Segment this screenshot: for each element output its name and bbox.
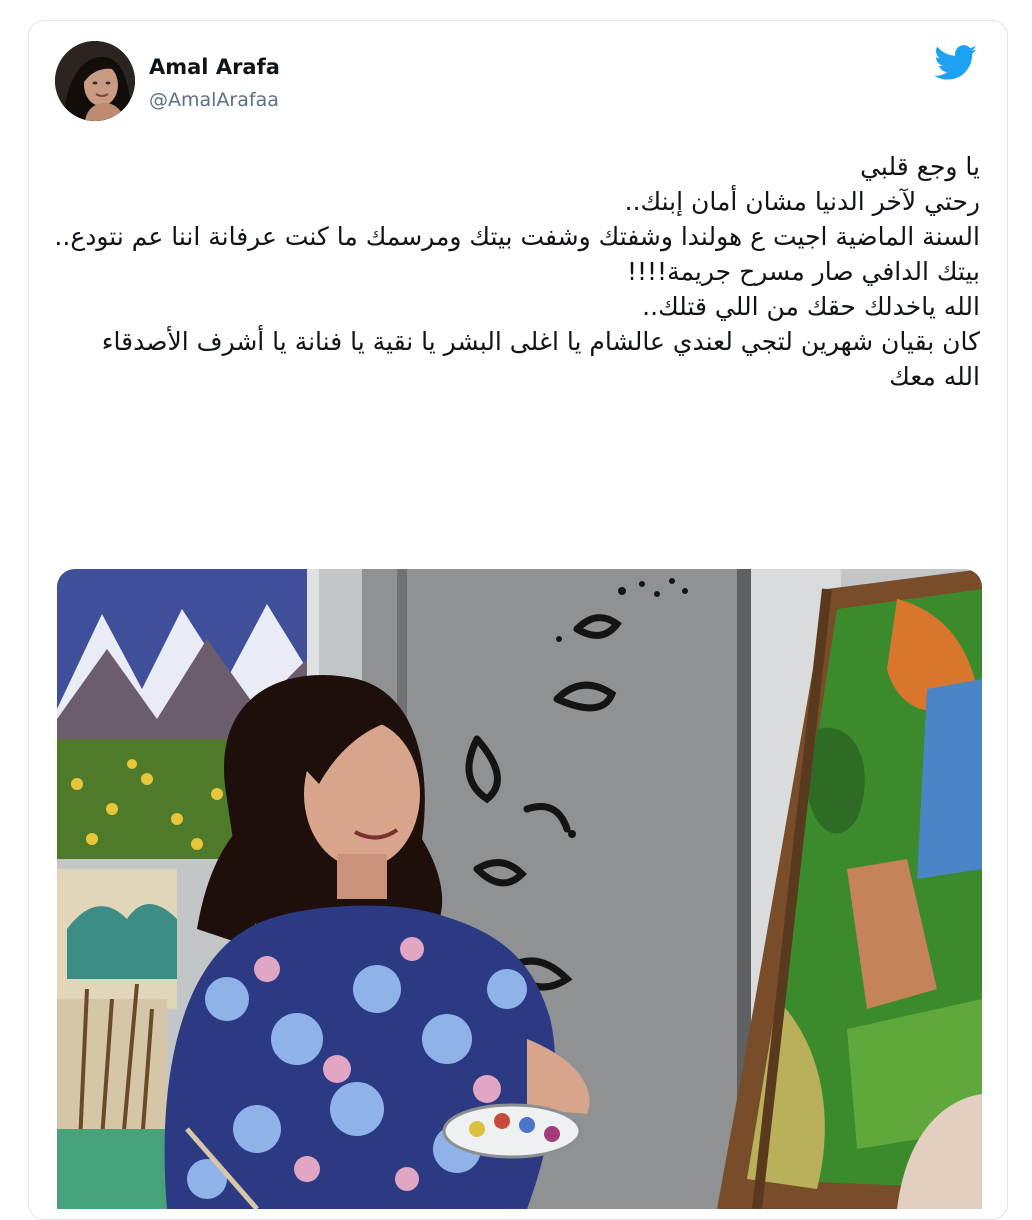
tweet-line: رحتي لآخر الدنيا مشان أمان إبنك.. [624,187,980,216]
avatar[interactable] [55,41,135,121]
tweet-photo[interactable] [57,569,982,1209]
tweet-text: يا وجع قلبي رحتي لآخر الدنيا مشان أمان إ… [50,149,980,394]
tweet-line: السنة الماضية اجيت ع هولندا وشفتك وشفت ب… [54,222,980,251]
tweet-line: يا وجع قلبي [860,152,980,181]
twitter-bird-icon[interactable] [934,45,978,81]
author-name[interactable]: Amal Arafa [149,55,280,79]
tweet-card: Amal Arafa @AmalArafaa يا وجع قلبي رحتي … [28,20,1008,1220]
avatar-photo [55,41,135,121]
tweet-line: الله ياخدلك حقك من اللي قتلك.. [642,292,980,321]
photo-artist-painting [57,569,982,1209]
tweet-line: كان بقيان شهرين لتجي لعندي عالشام يا اغل… [101,327,980,356]
author-handle[interactable]: @AmalArafaa [149,89,279,111]
tweet-line: الله معك [889,362,980,391]
tweet-line: بيتك الدافي صار مسرح جريمة!!!! [626,257,980,286]
